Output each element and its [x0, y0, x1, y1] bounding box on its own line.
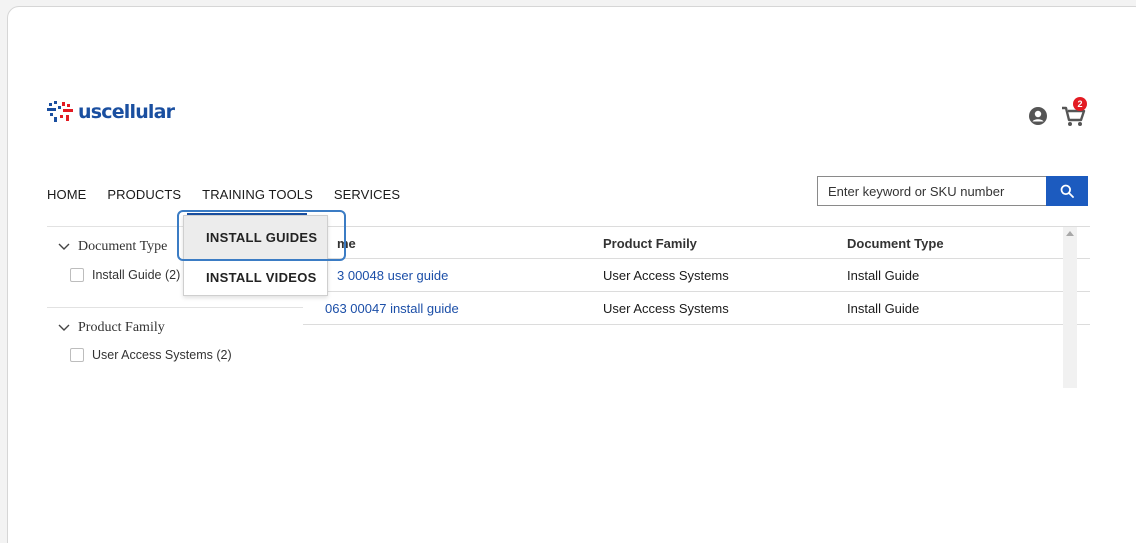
- column-header-document-type[interactable]: Document Type: [847, 236, 944, 251]
- checkbox[interactable]: [70, 268, 84, 282]
- table-row: 3 00048 user guide User Access Systems I…: [303, 259, 1090, 292]
- search-input[interactable]: [817, 176, 1046, 206]
- scroll-up-arrow-icon[interactable]: [1066, 231, 1074, 236]
- nav-training-tools[interactable]: TRAINING TOOLS: [202, 187, 313, 202]
- table-cell: User Access Systems: [603, 301, 729, 316]
- filter-option-user-access-systems[interactable]: User Access Systems (2): [70, 348, 232, 362]
- nav-services[interactable]: SERVICES: [334, 187, 400, 202]
- table-row: 063 00047 install guide User Access Syst…: [303, 292, 1090, 325]
- facet-title: Document Type: [78, 239, 168, 254]
- search-button[interactable]: [1046, 176, 1088, 206]
- nav-products[interactable]: PRODUCTS: [107, 187, 181, 202]
- filter-option-install-guide[interactable]: Install Guide (2): [70, 268, 180, 282]
- logo-text: uscellular: [78, 101, 175, 123]
- focus-highlight: [177, 210, 346, 261]
- nav-home[interactable]: HOME: [47, 187, 86, 202]
- column-header-product-family[interactable]: Product Family: [603, 236, 697, 251]
- search-icon: [1060, 184, 1074, 198]
- menu-item-install-videos[interactable]: INSTALL VIDEOS: [184, 259, 327, 295]
- table-cell: User Access Systems: [603, 268, 729, 283]
- filter-option-label: Install Guide (2): [92, 268, 181, 282]
- filter-divider: [47, 307, 303, 308]
- document-link[interactable]: 063 00047 install guide: [325, 301, 459, 316]
- document-link[interactable]: 3 00048 user guide: [337, 268, 448, 283]
- filter-option-label: User Access Systems (2): [92, 348, 232, 362]
- table-cell: Install Guide: [847, 268, 920, 283]
- facet-document-type[interactable]: Document Type: [58, 239, 167, 255]
- table-cell: Install Guide: [847, 301, 920, 316]
- facet-product-family[interactable]: Product Family: [58, 320, 165, 336]
- chevron-down-icon: [58, 324, 70, 331]
- brand-logo[interactable]: uscellular: [47, 101, 175, 123]
- account-icon[interactable]: [1029, 107, 1047, 125]
- star-logo-icon: [47, 101, 73, 122]
- search-bar: [817, 176, 1088, 206]
- main-nav: HOME PRODUCTS TRAINING TOOLS SERVICES: [47, 187, 421, 202]
- table-scrollbar[interactable]: [1063, 227, 1077, 388]
- facet-title: Product Family: [78, 320, 165, 335]
- cart-count-badge: 2: [1073, 97, 1087, 111]
- checkbox[interactable]: [70, 348, 84, 362]
- chevron-down-icon: [58, 243, 70, 250]
- table-header-row: me Product Family Document Type: [303, 226, 1090, 259]
